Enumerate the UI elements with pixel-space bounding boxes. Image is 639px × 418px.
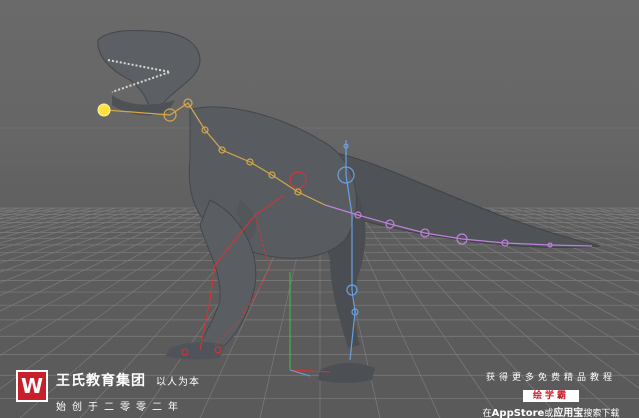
promo-download-text: 在AppStore或应用宝搜索下载 [481, 404, 621, 418]
brand-slogan: 以人为本 [156, 377, 200, 388]
floor-grid-line [631, 207, 639, 210]
promo-watermark: 获得更多免费精品教程 绘学霸 在AppStore或应用宝搜索下载 [481, 370, 621, 418]
promo-app-badge: 绘学霸 [522, 390, 579, 402]
trex-right-foot [318, 362, 375, 383]
jaw-control-null[interactable] [97, 103, 111, 117]
brand-name: 王氏教育集团 [56, 373, 146, 389]
promo-prefix: 在 [482, 409, 492, 418]
promo-suffix: 搜索下载 [583, 409, 620, 418]
floor-grid-line [619, 207, 639, 212]
promo-store: AppStore [491, 408, 545, 418]
axis-gizmo[interactable] [289, 272, 331, 377]
brand-logo-icon: W [16, 370, 48, 402]
brand-founded: 始创于二零零二年 [56, 402, 184, 413]
promo-or: 或 [544, 409, 554, 418]
brand-logo-letter: W [20, 374, 44, 398]
scene-canvas[interactable] [0, 0, 639, 418]
promo-tagline: 获得更多免费精品教程 [485, 373, 616, 383]
trex-model[interactable] [97, 30, 601, 383]
3d-viewport[interactable]: W 王氏教育集团 以人为本 始创于二零零二年 获得更多免费精品教程 绘学霸 在A… [0, 0, 639, 418]
trex-left-foot [165, 342, 225, 360]
brand-text: 王氏教育集团 以人为本 始创于二零零二年 [56, 370, 200, 413]
promo-app-store-name: 应用宝 [553, 408, 584, 418]
floor-grid-line [0, 207, 9, 210]
watermark-brand: W 王氏教育集团 以人为本 始创于二零零二年 [16, 370, 200, 413]
